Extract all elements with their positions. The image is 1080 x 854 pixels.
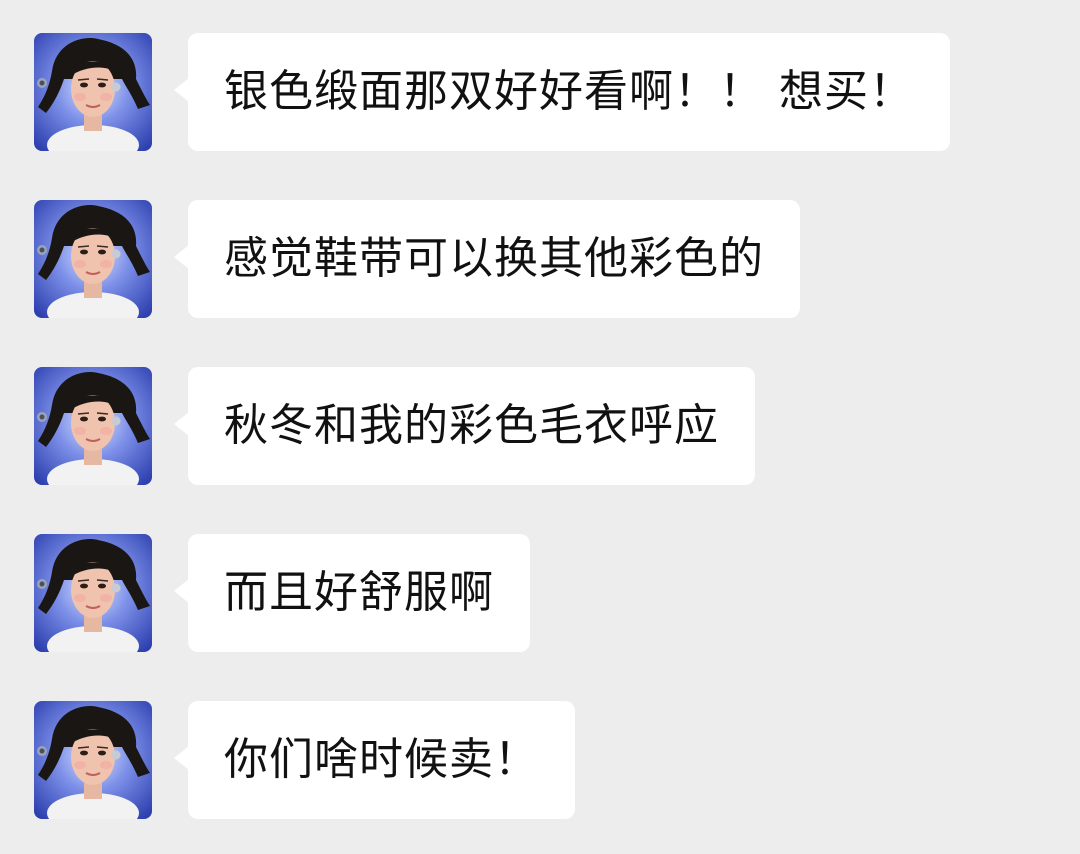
chat-message: 而且好舒服啊	[0, 534, 1080, 654]
woman-avatar-icon[interactable]	[34, 33, 152, 151]
message-bubble[interactable]: 而且好舒服啊	[174, 534, 530, 652]
message-bubble[interactable]: 秋冬和我的彩色毛衣呼应	[174, 367, 755, 485]
message-text: 秋冬和我的彩色毛衣呼应	[224, 400, 719, 451]
woman-avatar-icon[interactable]	[34, 200, 152, 318]
chat-message: 感觉鞋带可以换其他彩色的	[0, 200, 1080, 320]
message-bubble[interactable]: 感觉鞋带可以换其他彩色的	[174, 200, 800, 318]
message-bubble[interactable]: 你们啥时候卖！	[174, 701, 575, 819]
chat-message: 你们啥时候卖！	[0, 701, 1080, 821]
message-text: 银色缎面那双好好看啊！！ 想买！	[224, 66, 914, 117]
message-text: 你们啥时候卖！	[224, 734, 539, 785]
message-text: 而且好舒服啊	[224, 567, 494, 618]
woman-avatar-icon[interactable]	[34, 701, 152, 819]
chat-message: 银色缎面那双好好看啊！！ 想买！	[0, 33, 1080, 153]
woman-avatar-icon[interactable]	[34, 534, 152, 652]
chat-message: 秋冬和我的彩色毛衣呼应	[0, 367, 1080, 487]
chat-message-list[interactable]: 银色缎面那双好好看啊！！ 想买！ 感觉鞋带可以换其他彩色的 秋冬和我的彩色毛衣呼…	[0, 0, 1080, 854]
message-text: 感觉鞋带可以换其他彩色的	[224, 233, 764, 284]
woman-avatar-icon[interactable]	[34, 367, 152, 485]
message-bubble[interactable]: 银色缎面那双好好看啊！！ 想买！	[174, 33, 950, 151]
